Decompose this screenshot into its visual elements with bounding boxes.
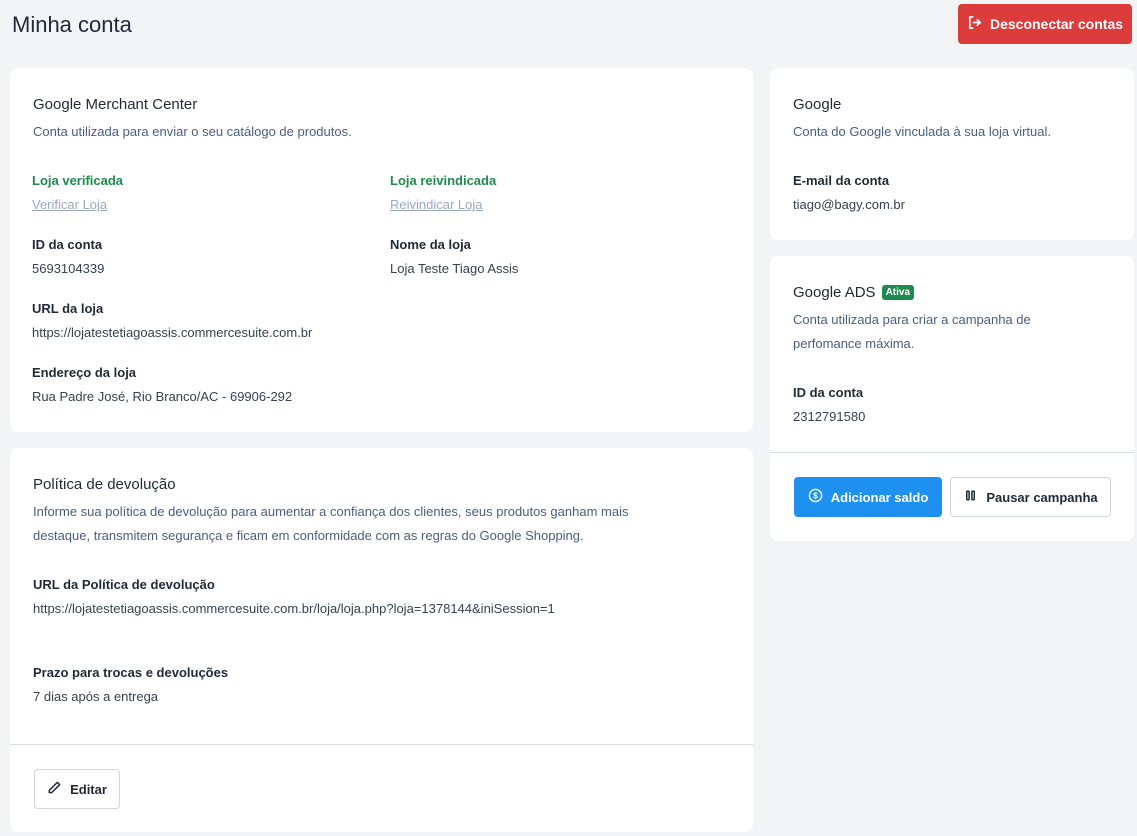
merchant-center-card: Google Merchant Center Conta utilizada p… bbox=[10, 68, 753, 432]
ads-subtitle-line1: Conta utilizada para criar a campanha de bbox=[793, 312, 1031, 327]
add-balance-label: Adicionar saldo bbox=[830, 489, 929, 505]
store-claimed-label: Loja reivindicada bbox=[390, 173, 497, 188]
logout-icon bbox=[967, 15, 982, 33]
pause-icon bbox=[963, 488, 978, 506]
google-email-value: tiago@bagy.com.br bbox=[793, 197, 905, 212]
account-id-label: ID da conta bbox=[32, 237, 103, 252]
policy-url-label: URL da Política de devolução bbox=[33, 577, 215, 592]
google-title: Google bbox=[793, 96, 842, 113]
claim-store-link[interactable]: Reivindicar Loja bbox=[390, 197, 483, 212]
pause-campaign-label: Pausar campanha bbox=[986, 489, 1098, 505]
disconnect-label: Desconectar contas bbox=[989, 16, 1124, 32]
svg-text:$: $ bbox=[813, 491, 818, 501]
policy-url-value: https://lojatestetiagoassis.commercesuit… bbox=[33, 601, 555, 616]
store-verified-label: Loja verificada bbox=[32, 173, 124, 188]
policy-divider bbox=[10, 744, 753, 745]
pencil-icon bbox=[47, 780, 62, 798]
ads-title-row: Google ADS Ativa bbox=[793, 284, 915, 301]
google-subtitle: Conta do Google vinculada à sua loja vir… bbox=[793, 124, 1051, 139]
dollar-circle-icon: $ bbox=[808, 488, 823, 506]
edit-button[interactable]: Editar bbox=[34, 769, 120, 809]
page-title: Minha conta bbox=[12, 12, 132, 37]
ads-divider bbox=[770, 452, 1134, 453]
ads-title: Google ADS bbox=[793, 284, 876, 301]
policy-title: Política de devolução bbox=[33, 476, 176, 493]
ads-account-id-value: 2312791580 bbox=[793, 409, 866, 424]
account-id-value: 5693104339 bbox=[32, 261, 105, 276]
google-account-card: Google Conta do Google vinculada à sua l… bbox=[770, 68, 1134, 240]
merchant-title: Google Merchant Center bbox=[33, 96, 198, 113]
merchant-subtitle: Conta utilizada para enviar o seu catálo… bbox=[33, 124, 352, 139]
store-url-value: https://lojatestetiagoassis.commercesuit… bbox=[32, 325, 313, 340]
store-address-label: Endereço da loja bbox=[32, 365, 137, 380]
policy-description-line1: Informe sua política de devolução para a… bbox=[33, 504, 629, 519]
verify-store-link[interactable]: Verificar Loja bbox=[32, 197, 107, 212]
store-address-value: Rua Padre José, Rio Branco/AC - 69906-29… bbox=[32, 389, 293, 404]
google-email-label: E-mail da conta bbox=[793, 173, 890, 188]
disconnect-accounts-button[interactable]: Desconectar contas bbox=[958, 4, 1132, 44]
return-deadline-label: Prazo para trocas e devoluções bbox=[33, 665, 229, 680]
policy-description-line2: destaque, transmitem segurança e ficam e… bbox=[33, 528, 584, 543]
add-balance-button[interactable]: $ Adicionar saldo bbox=[794, 477, 942, 517]
ads-account-id-label: ID da conta bbox=[793, 385, 864, 400]
return-policy-card: Política de devolução Informe sua políti… bbox=[10, 448, 753, 832]
return-deadline-value: 7 dias após a entrega bbox=[33, 689, 159, 704]
store-url-label: URL da loja bbox=[32, 301, 104, 316]
ads-subtitle-line2: perfomance máxima. bbox=[793, 336, 915, 351]
store-name-value: Loja Teste Tiago Assis bbox=[390, 261, 519, 276]
store-name-label: Nome da loja bbox=[390, 237, 471, 252]
status-badge: Ativa bbox=[881, 285, 915, 300]
pause-campaign-button[interactable]: Pausar campanha bbox=[950, 477, 1111, 517]
google-ads-card: Google ADS Ativa Conta utilizada para cri… bbox=[770, 256, 1134, 541]
edit-label: Editar bbox=[70, 781, 107, 797]
page: Minha conta Desconectar contas Google Me… bbox=[0, 0, 1137, 836]
